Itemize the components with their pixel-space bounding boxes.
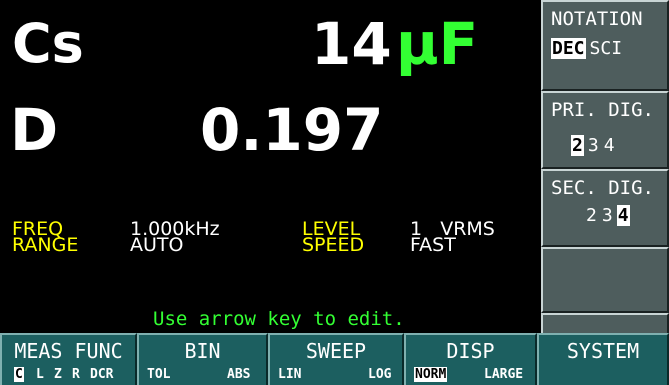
system-key[interactable]: SYSTEM — [537, 333, 669, 385]
sweep-option-lin[interactable]: LIN — [278, 367, 301, 382]
bin-label: BIN — [184, 339, 221, 363]
pri-digit-option-3[interactable]: 3 — [587, 135, 600, 156]
pri-digit-option-2[interactable]: 2 — [571, 135, 584, 156]
meas-option-c[interactable]: C — [14, 367, 24, 382]
primary-parameter-label: Cs — [12, 12, 84, 75]
sec-digit-option-2[interactable]: 2 — [585, 205, 598, 226]
pri-digit-option-4[interactable]: 4 — [603, 135, 616, 156]
measurement-display: Cs 14 µF D 0.197 FREQ RANGE 1.000kHz AUT… — [0, 0, 541, 333]
softkey-panel-footer — [541, 313, 669, 333]
notation-options: DEC SCI — [551, 38, 626, 59]
blank-softkey[interactable] — [541, 247, 669, 313]
meas-option-z[interactable]: Z — [54, 367, 62, 382]
sweep-label: SWEEP — [305, 339, 367, 363]
meas-option-r[interactable]: R — [72, 367, 80, 382]
secondary-parameter-label: D — [10, 96, 59, 164]
primary-value: 14 — [311, 10, 392, 78]
primary-digits-title: PRI. DIG. — [551, 99, 654, 121]
notation-option-dec[interactable]: DEC — [551, 38, 586, 59]
meas-func-key[interactable]: MEAS FUNC C L Z R DCR — [0, 333, 137, 385]
notation-option-sci[interactable]: SCI — [589, 38, 624, 59]
notation-title: NOTATION — [551, 8, 643, 30]
range-label: RANGE — [12, 234, 79, 256]
secondary-value: 0.197 — [200, 96, 384, 164]
sweep-option-log[interactable]: LOG — [368, 367, 391, 382]
secondary-digits-options: 234 — [585, 205, 633, 226]
sec-digit-option-3[interactable]: 3 — [601, 205, 614, 226]
meas-func-label: MEAS FUNC — [14, 339, 123, 363]
speed-value[interactable]: FAST — [410, 236, 456, 255]
sweep-key[interactable]: SWEEP LIN LOG — [268, 333, 404, 385]
primary-unit: µF — [396, 10, 479, 78]
disp-label: DISP — [446, 339, 495, 363]
disp-option-norm[interactable]: NORM — [414, 367, 448, 382]
speed-label: SPEED — [302, 234, 365, 256]
disp-option-large[interactable]: LARGE — [484, 367, 523, 382]
sec-digit-option-4[interactable]: 4 — [616, 205, 630, 226]
bin-option-tol[interactable]: TOL — [147, 367, 170, 382]
secondary-digits-title: SEC. DIG. — [551, 177, 654, 199]
bin-key[interactable]: BIN TOL ABS — [137, 333, 268, 385]
bin-option-abs[interactable]: ABS — [227, 367, 250, 382]
meas-option-dcr[interactable]: DCR — [90, 367, 113, 382]
secondary-digits-softkey[interactable]: SEC. DIG. 234 — [541, 169, 669, 247]
edit-hint: Use arrow key to edit. — [153, 308, 405, 330]
range-value[interactable]: AUTO — [130, 236, 183, 255]
system-label: SYSTEM — [566, 339, 640, 363]
primary-digits-softkey[interactable]: PRI. DIG. 234 — [541, 91, 669, 169]
disp-key[interactable]: DISP NORM LARGE — [404, 333, 537, 385]
meas-option-l[interactable]: L — [36, 367, 44, 382]
primary-digits-options: 234 — [571, 135, 619, 156]
notation-softkey[interactable]: NOTATION DEC SCI — [541, 0, 669, 91]
